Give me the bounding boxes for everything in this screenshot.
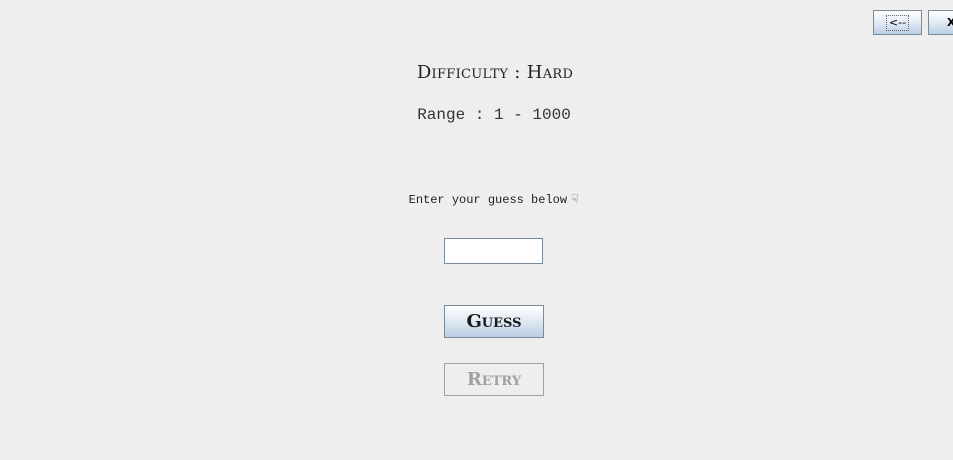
pointing-hand-icon: ☟ [571,193,579,207]
retry-button-label: Retry [466,369,522,390]
close-button[interactable]: X [928,10,953,35]
guess-button-label: Guess [466,311,522,332]
guess-input[interactable] [444,238,543,264]
range-label: Range : 1 - 1000 [417,106,571,124]
close-button-label: X [947,16,953,29]
back-button[interactable]: <-- [873,10,922,35]
guess-button[interactable]: Guess [444,305,544,338]
retry-button[interactable]: Retry [444,363,544,396]
difficulty-title: Difficulty : Hard [416,62,574,83]
back-button-label: <-- [885,14,910,31]
guess-prompt-text: Enter your guess below [408,193,568,207]
guess-prompt: Enter your guess below ☟ [0,192,953,207]
